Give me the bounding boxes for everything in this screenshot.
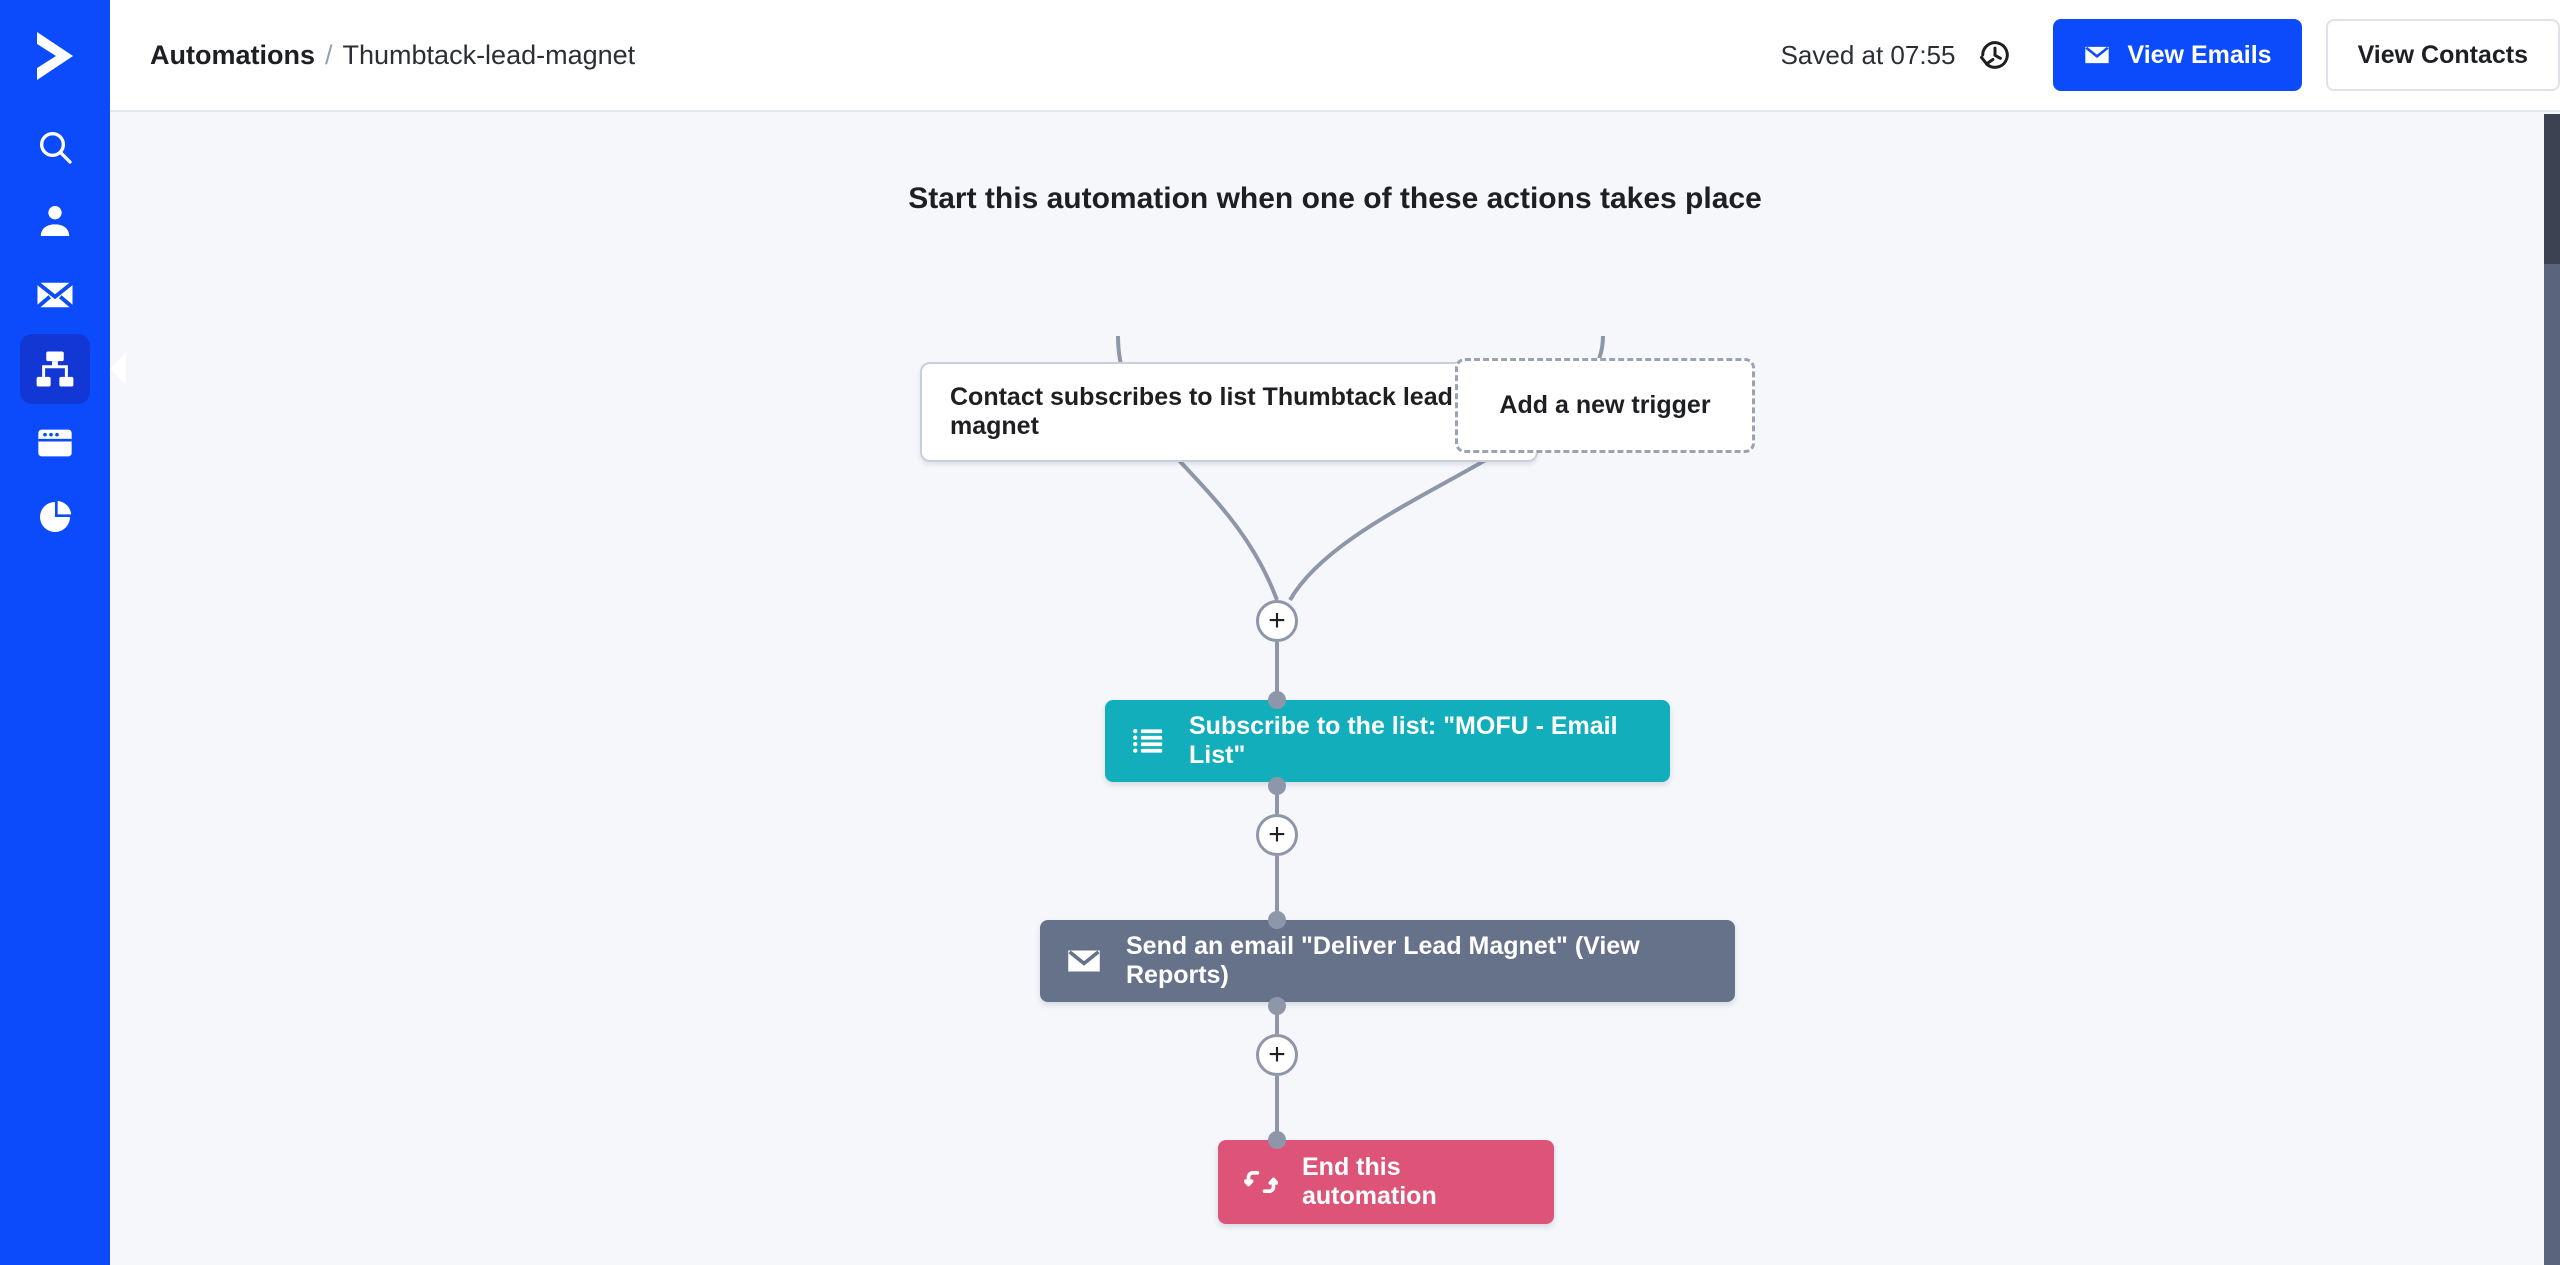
automation-canvas[interactable]: Start this automation when one of these …: [110, 114, 2560, 1265]
breadcrumb-current-automation[interactable]: Thumbtack-lead-magnet: [343, 40, 636, 70]
node-anchor-dot: [1268, 1131, 1286, 1149]
envelope-icon: [2083, 41, 2111, 69]
plus-icon: +: [1268, 604, 1286, 637]
primary-sidebar: [0, 0, 126, 1265]
person-icon: [35, 201, 75, 241]
plus-icon: +: [1268, 1038, 1286, 1071]
list-icon: [1131, 724, 1165, 758]
envelope-icon: [1066, 943, 1102, 979]
scrollbar-thumb[interactable]: [2544, 114, 2560, 264]
sitemap-icon: [34, 348, 76, 390]
action-label: Send an email "Deliver Lead Magnet" (Vie…: [1126, 932, 1640, 989]
saved-status: Saved at 07:55: [1780, 39, 1956, 70]
breadcrumb: Automations / Thumbtack-lead-magnet: [150, 40, 635, 71]
pie-chart-icon: [35, 497, 75, 537]
sidebar-item-contacts[interactable]: [20, 186, 90, 256]
view-emails-button[interactable]: View Emails: [2053, 19, 2302, 91]
action-label: Subscribe to the list: "MOFU - Email Lis…: [1189, 712, 1618, 769]
node-anchor-dot: [1268, 691, 1286, 709]
active-nav-pointer: [110, 353, 126, 385]
action-send-email[interactable]: Send an email "Deliver Lead Magnet" (Vie…: [1040, 920, 1735, 1002]
sidebar-item-automations[interactable]: [20, 334, 126, 404]
add-new-trigger-button[interactable]: Add a new trigger: [1455, 358, 1755, 453]
view-emails-label: View Emails: [2127, 40, 2272, 69]
sidebar-item-campaigns[interactable]: [20, 260, 90, 330]
sidebar-item-reports[interactable]: [20, 482, 90, 552]
trigger-card-contact-subscribes[interactable]: Contact subscribes to list Thumbtack lea…: [920, 362, 1538, 462]
envelope-icon: [34, 274, 76, 316]
history-clock-icon[interactable]: [1977, 37, 2013, 73]
breadcrumb-separator: /: [325, 39, 333, 70]
add-step-after-subscribe-button[interactable]: +: [1256, 814, 1298, 856]
browser-icon: [35, 423, 75, 463]
action-label: End this automation: [1302, 1153, 1437, 1210]
sidebar-item-search[interactable]: [20, 112, 90, 182]
plus-icon: +: [1268, 818, 1286, 851]
add-trigger-label: Add a new trigger: [1499, 391, 1711, 419]
search-icon: [35, 127, 75, 167]
add-step-after-email-button[interactable]: +: [1256, 1034, 1298, 1076]
sidebar-item-pages[interactable]: [20, 408, 90, 478]
canvas-vertical-scrollbar[interactable]: [2544, 114, 2560, 1265]
view-contacts-label: View Contacts: [2357, 40, 2528, 69]
activecampaign-logo[interactable]: [0, 0, 110, 112]
view-contacts-button[interactable]: View Contacts: [2325, 19, 2560, 91]
breadcrumb-automations[interactable]: Automations: [150, 40, 315, 70]
top-header-bar: Automations / Thumbtack-lead-magnet Saved …: [110, 0, 2560, 112]
flow-connectors: [1116, 335, 1605, 1136]
node-anchor-dot: [1268, 777, 1286, 795]
node-anchor-dot: [1268, 997, 1286, 1015]
end-arrows-icon: [1244, 1165, 1278, 1199]
action-end-automation[interactable]: End this automation: [1218, 1140, 1554, 1224]
node-anchor-dot: [1268, 911, 1286, 929]
add-step-after-triggers-button[interactable]: +: [1256, 600, 1298, 642]
header-actions: Saved at 07:55 View Emails View Contacts: [1781, 0, 2560, 110]
action-subscribe-to-list[interactable]: Subscribe to the list: "MOFU - Email Lis…: [1105, 700, 1670, 782]
trigger-label: Contact subscribes to list Thumbtack lea…: [950, 383, 1453, 440]
